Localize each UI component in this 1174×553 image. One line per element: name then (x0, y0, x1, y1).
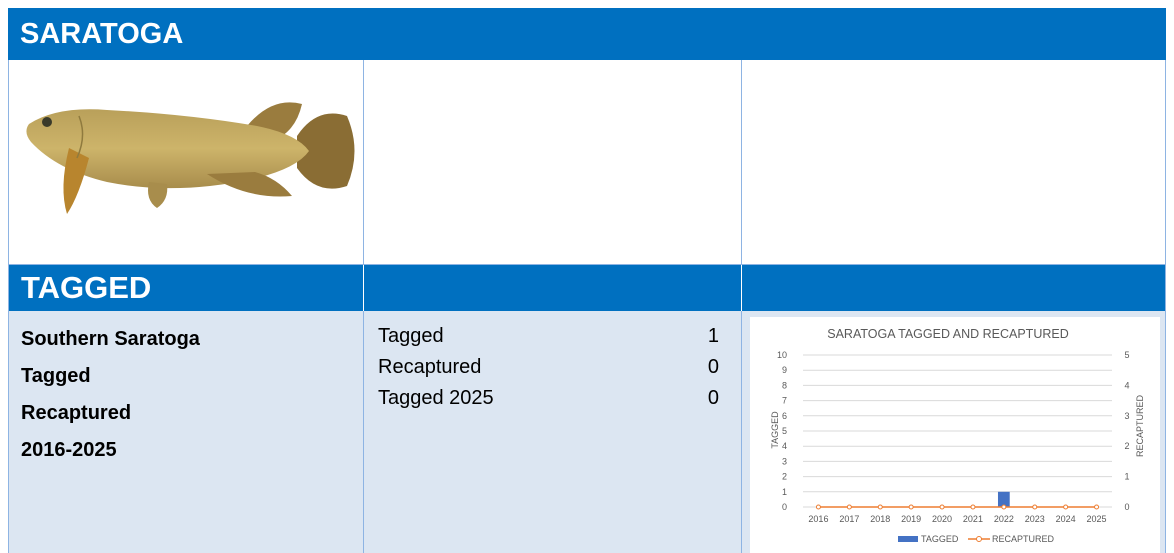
x-tick-label: 2025 (1087, 514, 1107, 524)
y2-tick-label: 1 (1124, 472, 1129, 482)
stat-value: 1 (707, 325, 719, 347)
x-tick-label: 2023 (1025, 514, 1045, 524)
legend-marker-recaptured (976, 536, 982, 542)
section-header-right (741, 265, 1165, 311)
y2-tick-label: 0 (1124, 502, 1129, 512)
description-tagged: Tagged (21, 365, 91, 387)
image-row (9, 60, 1165, 265)
description-years: 2016-2025 (21, 439, 117, 461)
stat-label: Recaptured (378, 356, 482, 378)
y-tick-label: 4 (782, 441, 787, 451)
point-recaptured (1001, 504, 1007, 510)
legend-label-tagged: TAGGED (921, 534, 959, 544)
chart-title: SARATOGA TAGGED AND RECAPTURED (827, 327, 1069, 341)
y-tick-label: 3 (782, 456, 787, 466)
page-title: SARATOGA (20, 17, 184, 50)
fish-image-cell (9, 60, 363, 265)
x-tick-label: 2019 (901, 514, 921, 524)
x-tick-label: 2017 (839, 514, 859, 524)
stat-value: 0 (707, 356, 719, 378)
fish-pelvic-fin (148, 182, 168, 208)
chart-cell: SARATOGA TAGGED AND RECAPTURED TAGGED RE… (741, 311, 1165, 553)
y2-tick-label: 3 (1124, 411, 1129, 421)
point-recaptured (970, 504, 976, 510)
y2-tick-label: 2 (1124, 441, 1129, 451)
y-tick-label: 0 (782, 502, 787, 512)
y2-tick-label: 4 (1124, 380, 1129, 390)
point-recaptured (908, 504, 914, 510)
chart-area: SARATOGA TAGGED AND RECAPTURED TAGGED RE… (750, 317, 1160, 553)
legend-swatch-tagged (898, 536, 918, 542)
stats-cell: Tagged 1 Recaptured 0 Tagged 2025 0 (363, 311, 741, 553)
species-table: TAGGED Southern Saratoga Tagged Recaptur… (8, 60, 1166, 553)
section-header-middle (363, 265, 741, 311)
x-tick-label: 2016 (808, 514, 828, 524)
fish-eye (42, 117, 52, 127)
empty-cell-top-right (741, 60, 1165, 265)
legend-label-recaptured: RECAPTURED (992, 534, 1055, 544)
point-recaptured (815, 504, 821, 510)
details-row: Southern Saratoga Tagged Recaptured 2016… (9, 311, 1165, 553)
point-recaptured (846, 504, 852, 510)
y-tick-label: 5 (782, 426, 787, 436)
description-recaptured: Recaptured (21, 402, 132, 424)
point-recaptured (1032, 504, 1038, 510)
stat-tagged-2025: Tagged 2025 0 (378, 387, 719, 417)
stat-tagged: Tagged 1 (378, 325, 719, 355)
point-recaptured (877, 504, 883, 510)
y-tick-label: 10 (777, 350, 787, 360)
point-recaptured (939, 504, 945, 510)
chart: SARATOGA TAGGED AND RECAPTURED TAGGED RE… (770, 327, 1145, 544)
x-tick-label: 2020 (932, 514, 952, 524)
species-name: Southern Saratoga (21, 328, 200, 350)
empty-cell-top-middle (363, 60, 741, 265)
y-tick-label: 9 (782, 365, 787, 375)
point-recaptured (1094, 504, 1100, 510)
x-tick-label: 2024 (1056, 514, 1076, 524)
fish-image (26, 102, 355, 214)
x-tick-label: 2021 (963, 514, 983, 524)
y2-axis-label: RECAPTURED (1135, 395, 1145, 458)
y-tick-label: 6 (782, 411, 787, 421)
y-tick-label: 8 (782, 380, 787, 390)
y-tick-label: 2 (782, 472, 787, 482)
point-recaptured (1063, 504, 1069, 510)
species-description: Southern Saratoga Tagged Recaptured 2016… (9, 311, 363, 553)
x-tick-label: 2022 (994, 514, 1014, 524)
y-tick-label: 1 (782, 487, 787, 497)
fish-pectoral-fin (63, 148, 89, 214)
page-title-bar: SARATOGA (8, 8, 1166, 60)
stat-label: Tagged (378, 325, 444, 347)
stat-recaptured: Recaptured 0 (378, 356, 719, 386)
stat-value: 0 (707, 387, 719, 409)
section-header-row: TAGGED (9, 265, 1165, 311)
stat-label: Tagged 2025 (378, 387, 494, 409)
section-title: TAGGED (21, 270, 152, 305)
x-tick-label: 2018 (870, 514, 890, 524)
y-axis-label: TAGGED (770, 411, 780, 449)
y2-tick-label: 5 (1124, 350, 1129, 360)
y-tick-label: 7 (782, 396, 787, 406)
